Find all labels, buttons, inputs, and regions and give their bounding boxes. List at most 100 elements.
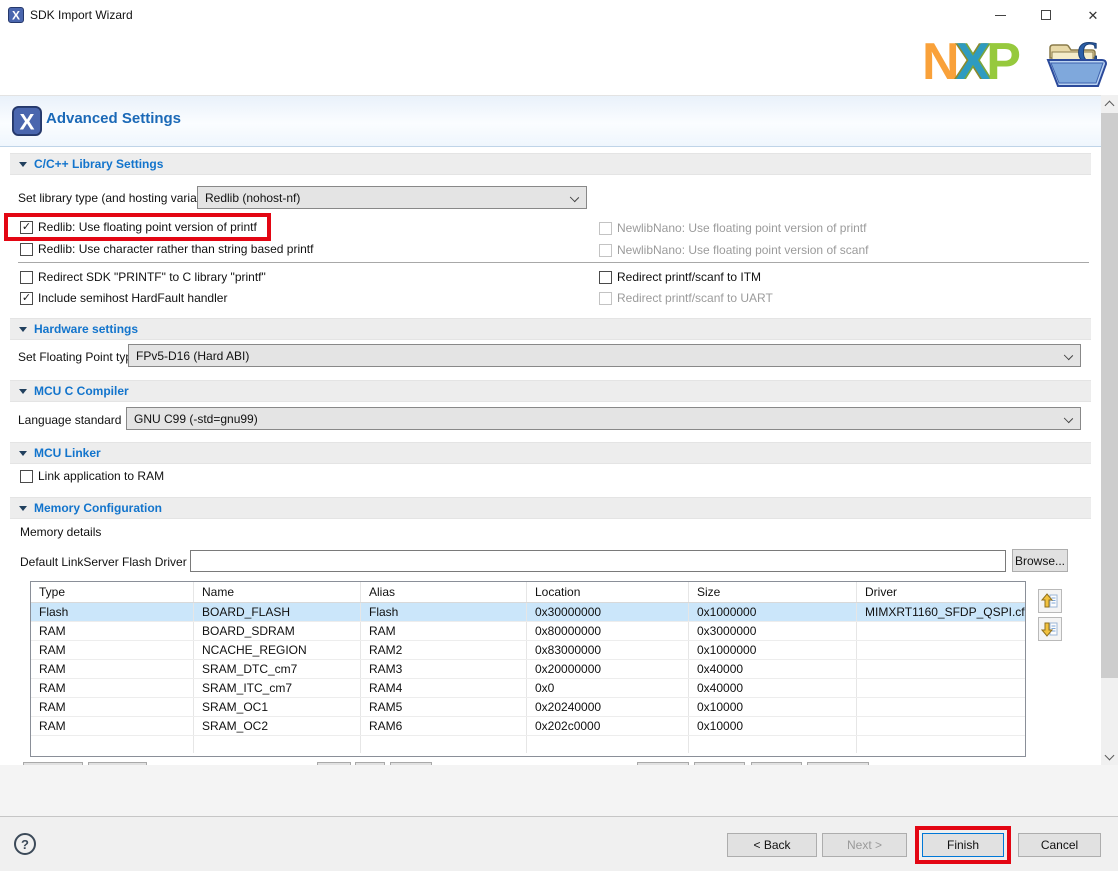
titlebar: X SDK Import Wizard ✕ [0, 0, 1118, 30]
checkbox-redirect-uart: Redirect printf/scanf to UART [599, 291, 773, 305]
cell-size: 0x40000 [689, 660, 857, 678]
floating-point-label: Set Floating Point type [18, 350, 139, 364]
checkbox-redlib-float-printf[interactable]: ✓ Redlib: Use floating point version of … [20, 220, 257, 234]
cell-driver: MIMXRT1160_SFDP_QSPI.cfx [857, 603, 1025, 621]
browse-button[interactable]: Browse... [1012, 549, 1068, 572]
nxp-letter-n: N [922, 36, 956, 88]
checkbox-box [20, 470, 33, 483]
section-hardware-settings[interactable]: Hardware settings [10, 318, 1091, 340]
c-project-folder-icon: C [1044, 36, 1108, 92]
checkbox-label: Redirect SDK "PRINTF" to C library "prin… [38, 270, 266, 284]
column-header-location[interactable]: Location [527, 582, 689, 602]
checkbox-redirect-itm[interactable]: Redirect printf/scanf to ITM [599, 270, 761, 284]
cell-type: RAM [31, 698, 194, 716]
cancel-button[interactable]: Cancel [1018, 833, 1101, 857]
minimize-button[interactable] [977, 0, 1023, 30]
mcuxpresso-app-icon: X [8, 7, 24, 23]
library-type-combo[interactable]: Redlib (nohost-nf) [197, 186, 587, 209]
cell-driver [857, 660, 1025, 678]
table-row[interactable]: RAM SRAM_DTC_cm7 RAM3 0x20000000 0x40000 [31, 660, 1025, 679]
table-row[interactable]: RAM SRAM_OC1 RAM5 0x20240000 0x10000 [31, 698, 1025, 717]
library-type-label: Set library type (and hosting variant) [18, 191, 211, 205]
column-header-size[interactable]: Size [689, 582, 857, 602]
separator-line [18, 262, 1089, 263]
scroll-up-icon[interactable] [1105, 101, 1115, 111]
checkbox-label: Link application to RAM [38, 469, 164, 483]
nxp-letter-x: X [956, 36, 987, 88]
collapse-triangle-icon [19, 327, 27, 332]
section-memory-configuration[interactable]: Memory Configuration [10, 497, 1091, 519]
table-header-row: Type Name Alias Location Size Driver [31, 582, 1025, 603]
column-header-driver[interactable]: Driver [857, 582, 1025, 602]
collapse-triangle-icon [19, 451, 27, 456]
cell-empty [857, 736, 1025, 753]
move-down-button[interactable] [1038, 617, 1062, 641]
language-standard-combo[interactable]: GNU C99 (-std=gnu99) [126, 407, 1081, 430]
cell-empty [527, 736, 689, 753]
cell-size: 0x1000000 [689, 603, 857, 621]
column-header-name[interactable]: Name [194, 582, 361, 602]
section-linker-title: MCU Linker [34, 446, 101, 460]
svg-text:X: X [19, 109, 34, 134]
checkbox-box [599, 244, 612, 257]
maximize-button[interactable] [1023, 0, 1069, 30]
language-standard-value: GNU C99 (-std=gnu99) [134, 412, 258, 426]
back-button[interactable]: < Back [727, 833, 817, 857]
section-library-settings[interactable]: C/C++ Library Settings [10, 153, 1091, 175]
cell-location: 0x83000000 [527, 641, 689, 659]
section-library-title: C/C++ Library Settings [34, 157, 163, 171]
language-standard-label: Language standard [18, 413, 121, 427]
flash-driver-label: Default LinkServer Flash Driver [20, 555, 187, 569]
checkbox-newlibnano-printf: NewlibNano: Use floating point version o… [599, 221, 866, 235]
move-up-button[interactable] [1038, 589, 1062, 613]
checkbox-label: Redlib: Use character rather than string… [38, 242, 313, 256]
table-row[interactable]: Flash BOARD_FLASH Flash 0x30000000 0x100… [31, 603, 1025, 622]
checkbox-box [599, 292, 612, 305]
checkbox-link-to-ram[interactable]: Link application to RAM [20, 469, 164, 483]
section-mcu-linker[interactable]: MCU Linker [10, 442, 1091, 464]
cell-type: Flash [31, 603, 194, 621]
section-compiler-title: MCU C Compiler [34, 384, 129, 398]
cell-type: RAM [31, 622, 194, 640]
table-row[interactable]: RAM NCACHE_REGION RAM2 0x83000000 0x1000… [31, 641, 1025, 660]
checkbox-box [20, 271, 33, 284]
back-button-label: < Back [753, 838, 790, 852]
table-empty-row [31, 736, 1025, 753]
nxp-letter-p: P [986, 36, 1017, 88]
table-row[interactable]: RAM SRAM_ITC_cm7 RAM4 0x0 0x40000 [31, 679, 1025, 698]
table-row[interactable]: RAM SRAM_OC2 RAM6 0x202c0000 0x10000 [31, 717, 1025, 736]
flash-driver-input[interactable] [190, 550, 1006, 572]
column-header-alias[interactable]: Alias [361, 582, 527, 602]
cell-location: 0x20240000 [527, 698, 689, 716]
cell-driver [857, 698, 1025, 716]
checkbox-redirect-sdk-printf[interactable]: Redirect SDK "PRINTF" to C library "prin… [20, 270, 266, 284]
help-button[interactable]: ? [14, 833, 36, 855]
table-row[interactable]: RAM BOARD_SDRAM RAM 0x80000000 0x3000000 [31, 622, 1025, 641]
cell-name: SRAM_ITC_cm7 [194, 679, 361, 697]
cell-name: SRAM_OC1 [194, 698, 361, 716]
floating-point-combo[interactable]: FPv5-D16 (Hard ABI) [128, 344, 1081, 367]
scroll-down-icon[interactable] [1105, 751, 1115, 761]
close-button[interactable]: ✕ [1070, 0, 1116, 30]
checkbox-redlib-char-printf[interactable]: Redlib: Use character rather than string… [20, 242, 313, 256]
cell-size: 0x10000 [689, 698, 857, 716]
finish-button-label: Finish [947, 838, 979, 852]
collapse-triangle-icon [19, 506, 27, 511]
cell-name: BOARD_SDRAM [194, 622, 361, 640]
checkbox-semihost-hardfault[interactable]: ✓ Include semihost HardFault handler [20, 291, 227, 305]
scrollbar-thumb[interactable] [1101, 113, 1118, 678]
cell-type: RAM [31, 660, 194, 678]
memory-table: Type Name Alias Location Size Driver Fla… [30, 581, 1026, 757]
cell-alias: RAM3 [361, 660, 527, 678]
svg-text:X: X [12, 9, 20, 23]
checkbox-box: ✓ [20, 292, 33, 305]
column-header-type[interactable]: Type [31, 582, 194, 602]
close-icon: ✕ [1088, 9, 1099, 22]
cell-location: 0x30000000 [527, 603, 689, 621]
cell-empty [31, 736, 194, 753]
section-mcu-compiler[interactable]: MCU C Compiler [10, 380, 1091, 402]
finish-button[interactable]: Finish [922, 833, 1004, 857]
vertical-scrollbar[interactable] [1101, 95, 1118, 765]
checkbox-label: Redirect printf/scanf to ITM [617, 270, 761, 284]
cell-name: SRAM_OC2 [194, 717, 361, 735]
